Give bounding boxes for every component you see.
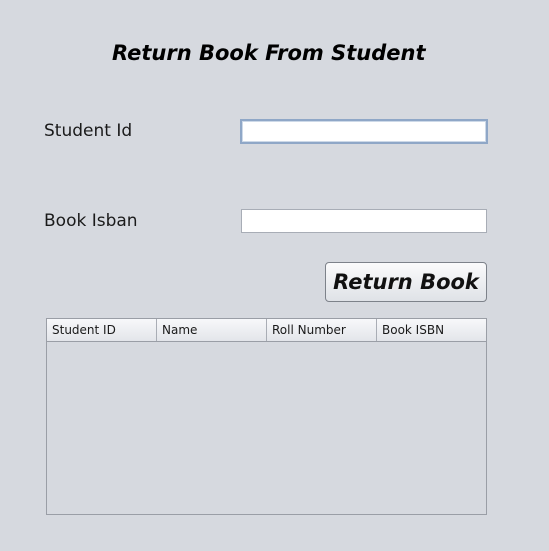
book-isbn-label: Book Isban — [44, 211, 138, 231]
column-header-name[interactable]: Name — [157, 319, 267, 341]
student-id-label: Student Id — [44, 121, 133, 141]
student-id-input[interactable] — [240, 119, 488, 144]
table-body — [47, 342, 486, 514]
page-title: Return Book From Student — [112, 41, 426, 65]
return-book-button[interactable]: Return Book — [325, 262, 487, 302]
column-header-book-isbn[interactable]: Book ISBN — [377, 319, 486, 341]
column-header-roll-number[interactable]: Roll Number — [267, 319, 377, 341]
issued-books-table[interactable]: Student ID Name Roll Number Book ISBN — [46, 318, 487, 515]
book-isbn-input[interactable] — [241, 209, 487, 233]
table-header: Student ID Name Roll Number Book ISBN — [47, 319, 486, 342]
column-header-student-id[interactable]: Student ID — [47, 319, 157, 341]
